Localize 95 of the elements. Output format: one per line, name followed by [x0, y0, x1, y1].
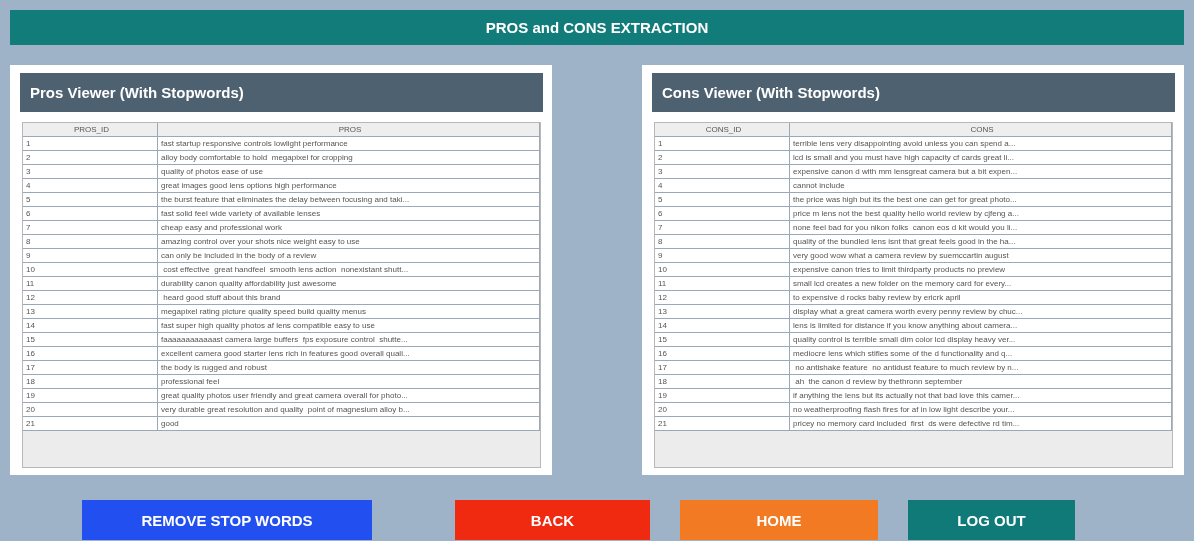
table-cell: if anything the lens but its actually not that bad love this camer...	[790, 389, 1172, 402]
table-cell: faaaaaaaaaaaast camera large buffers fps exposure control shutte...	[158, 333, 540, 346]
table-cell: fast solid feel wide variety of available lenses	[158, 207, 540, 220]
table-cell: no antishake feature no antidust feature to much review by n...	[790, 361, 1172, 374]
table-cell: cannot include	[790, 179, 1172, 192]
action-button[interactable]: LOG OUT	[908, 500, 1075, 540]
action-button[interactable]: REMOVE STOP WORDS	[82, 500, 372, 540]
table-cell: 16	[23, 347, 158, 360]
table-cell: 18	[23, 375, 158, 388]
table-cell: 1	[655, 137, 790, 150]
table-cell: ah the canon d review by thethronn september	[790, 375, 1172, 388]
table-cell: 14	[655, 319, 790, 332]
table-cell: durability canon quality affordability just awesome	[158, 277, 540, 290]
table-cell: very good wow what a camera review by suemccartin august	[790, 249, 1172, 262]
table-cell: 4	[655, 179, 790, 192]
table-cell: alloy body comfortable to hold megapixel for cropping	[158, 151, 540, 164]
table-cell: 9	[23, 249, 158, 262]
column-header: CONS_ID	[655, 123, 790, 136]
app-title-bar: PROS and CONS EXTRACTION	[10, 10, 1184, 45]
table-cell: 13	[655, 305, 790, 318]
table-cell: 8	[655, 235, 790, 248]
table-cell: heard good stuff about this brand	[158, 291, 540, 304]
table-cell: expensive canon tries to limit thirdparty products no preview	[790, 263, 1172, 276]
table-cell: none feel bad for you nikon folks canon eos d kit would you li...	[790, 221, 1172, 234]
table-cell: 1	[23, 137, 158, 150]
table-cell: professional feel	[158, 375, 540, 388]
table-cell: 15	[23, 333, 158, 346]
table-cell: 19	[655, 389, 790, 402]
table-cell: 10	[655, 263, 790, 276]
table-cell: no weatherproofing flash fires for af in low light describe your...	[790, 403, 1172, 416]
table-cell: quality of photos ease of use	[158, 165, 540, 178]
table-cell: 12	[655, 291, 790, 304]
panel-title: Cons Viewer (With Stopwords)	[652, 73, 1175, 112]
table-cell: 21	[23, 417, 158, 430]
table-cell: 6	[655, 207, 790, 220]
table-cell: cheap easy and professional work	[158, 221, 540, 234]
column-header: PROS_ID	[23, 123, 158, 136]
column-header: PROS	[158, 123, 540, 136]
table-cell: 12	[23, 291, 158, 304]
table-cell: can only be included in the body of a review	[158, 249, 540, 262]
table-cell: 4	[23, 179, 158, 192]
table-cell: lens is limited for distance if you know anything about camera...	[790, 319, 1172, 332]
table-cell: 5	[655, 193, 790, 206]
action-button[interactable]: BACK	[455, 500, 650, 540]
table-cell: very durable great resolution and quality point of magnesium alloy b...	[158, 403, 540, 416]
table-cell: amazing control over your shots nice weight easy to use	[158, 235, 540, 248]
table-cell: 8	[23, 235, 158, 248]
table-cell: expensive canon d with mm lensgreat camera but a bit expen...	[790, 165, 1172, 178]
column-header: CONS	[790, 123, 1172, 136]
table-cell: 20	[23, 403, 158, 416]
table-cell: 21	[655, 417, 790, 430]
table-cell: 17	[23, 361, 158, 374]
table-cell: 11	[655, 277, 790, 290]
table-cell: excellent camera good starter lens rich in features good overall quali...	[158, 347, 540, 360]
table-cell: 13	[23, 305, 158, 318]
table-cell: quality of the bundled lens isnt that great feels good in the ha...	[790, 235, 1172, 248]
table-cell: great quality photos user friendly and great camera overall for photo...	[158, 389, 540, 402]
table-cell: 20	[655, 403, 790, 416]
table-cell: 14	[23, 319, 158, 332]
table-cell: 18	[655, 375, 790, 388]
table-cell: 5	[23, 193, 158, 206]
table-cell: 9	[655, 249, 790, 262]
table-cell: pricey no memory card included first ds were defective rd tim...	[790, 417, 1172, 430]
table-cell: good	[158, 417, 540, 430]
table-cell: mediocre lens which stifles some of the d functionality and q...	[790, 347, 1172, 360]
table-cell: 11	[23, 277, 158, 290]
table-cell: 3	[655, 165, 790, 178]
table-cell: the burst feature that eliminates the delay between focusing and taki...	[158, 193, 540, 206]
table-cell: 6	[23, 207, 158, 220]
table-cell: terrible lens very disappointing avoid unless you can spend a...	[790, 137, 1172, 150]
table-cell: price m lens not the best quality hello world review by cjfeng a...	[790, 207, 1172, 220]
table-cell: the price was high but its the best one can get for great photo...	[790, 193, 1172, 206]
table-cell: 7	[23, 221, 158, 234]
table-cell: 17	[655, 361, 790, 374]
table-cell: 15	[655, 333, 790, 346]
table-cell: 2	[655, 151, 790, 164]
table-cell: 16	[655, 347, 790, 360]
table-cell: quality control is terrible small dim color lcd display heavy ver...	[790, 333, 1172, 346]
table-cell: to expensive d rocks baby review by ericrk april	[790, 291, 1172, 304]
table-cell: fast startup responsive controls lowlight performance	[158, 137, 540, 150]
table-cell: 2	[23, 151, 158, 164]
panel-title: Pros Viewer (With Stopwords)	[20, 73, 543, 112]
table-cell: small lcd creates a new folder on the memory card for every...	[790, 277, 1172, 290]
table-cell: lcd is small and you must have high capacity cf cards great li...	[790, 151, 1172, 164]
table-cell: megapixel rating picture quality speed build quality menus	[158, 305, 540, 318]
action-button[interactable]: HOME	[680, 500, 878, 540]
table-cell: 3	[23, 165, 158, 178]
table-cell: 10	[23, 263, 158, 276]
table-cell: 19	[23, 389, 158, 402]
table-cell: the body is rugged and robust	[158, 361, 540, 374]
table-cell: 7	[655, 221, 790, 234]
table-cell: great images good lens options high performance	[158, 179, 540, 192]
table-cell: display what a great camera worth every penny review by chuc...	[790, 305, 1172, 318]
table-cell: cost effective great handfeel smooth lens action nonexistant shutt...	[158, 263, 540, 276]
table-cell: fast super high quality photos af lens compatible easy to use	[158, 319, 540, 332]
